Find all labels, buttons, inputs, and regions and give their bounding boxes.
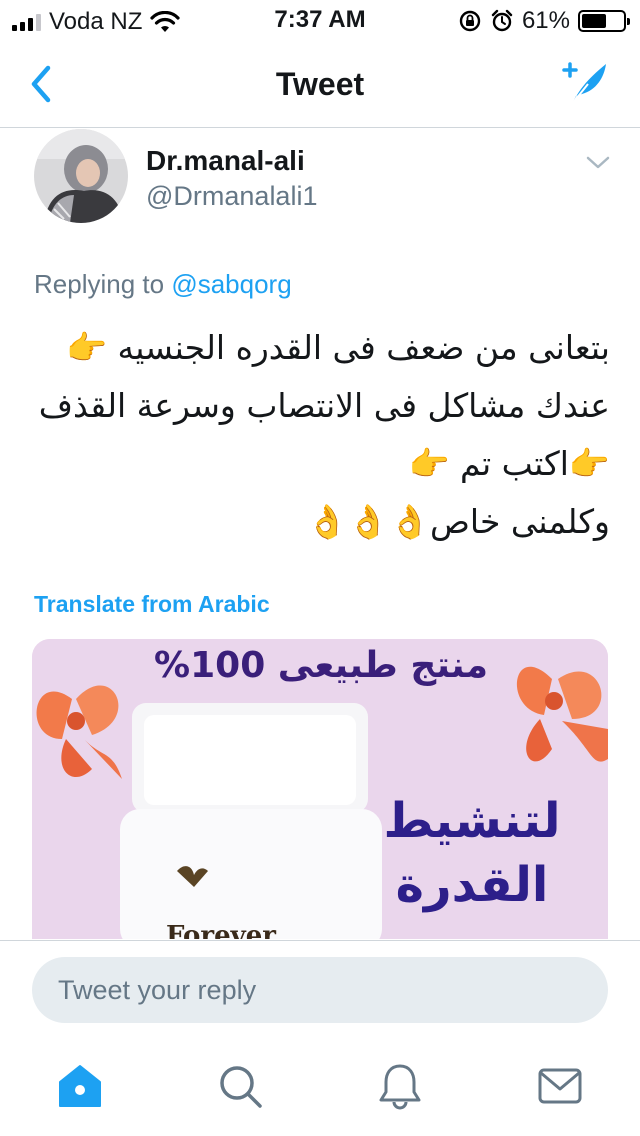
search-icon[interactable] — [216, 1062, 264, 1110]
avatar[interactable] — [34, 129, 128, 223]
media-brand: Forever — [166, 921, 276, 939]
bell-icon[interactable] — [376, 1062, 424, 1110]
rotation-lock-icon — [459, 10, 481, 32]
reply-bar: Tweet your reply — [0, 940, 640, 1036]
author-handle[interactable]: @Drmanalali1 — [146, 181, 317, 212]
battery-icon — [578, 10, 630, 32]
media-headline: لتنشيط القدرة — [383, 793, 561, 913]
page-title: Tweet — [275, 66, 365, 102]
compose-tweet-icon[interactable] — [558, 56, 612, 110]
reply-mention-link[interactable]: @sabqorg — [171, 269, 291, 299]
chevron-down-icon[interactable] — [586, 155, 610, 171]
tab-bar — [0, 1036, 640, 1136]
bottle-icon — [120, 703, 382, 939]
battery-level — [582, 14, 607, 28]
battery-percent: 61% — [521, 7, 570, 34]
tweet-text-line: بتعانى من ضعف فى القدره الجنسيه 👉 — [65, 328, 610, 367]
tweet-text-line: 👉اكتب تم 👉 — [408, 444, 610, 483]
tweet-media-image[interactable]: منتج طبيعى 100% لتنشيط القدرة Forever — [32, 639, 608, 939]
alarm-icon — [491, 9, 513, 32]
envelope-icon[interactable] — [536, 1062, 584, 1110]
home-icon[interactable] — [56, 1062, 104, 1110]
reply-input[interactable]: Tweet your reply — [32, 957, 608, 1023]
status-bar: Voda NZ 7:37 AM 61% — [0, 0, 640, 40]
translate-link[interactable]: Translate from Arabic — [34, 591, 270, 618]
tweet-text-line: عندك مشاكل فى الانتصاب وسرعة القذف — [38, 386, 610, 425]
replying-prefix: Replying to — [34, 269, 165, 299]
author-name[interactable]: Dr.manal-ali — [146, 145, 305, 177]
replying-to: Replying to @sabqorg — [34, 269, 292, 300]
tweet-text: بتعانى من ضعف فى القدره الجنسيه 👉 عندك م… — [30, 319, 610, 551]
media-heading: منتج طبيعى 100% — [154, 645, 488, 686]
tweet-text-line: وكلمنى خاص👌👌👌 — [306, 502, 610, 541]
status-right: 61% — [458, 7, 630, 35]
nav-bar: Tweet — [0, 40, 640, 128]
